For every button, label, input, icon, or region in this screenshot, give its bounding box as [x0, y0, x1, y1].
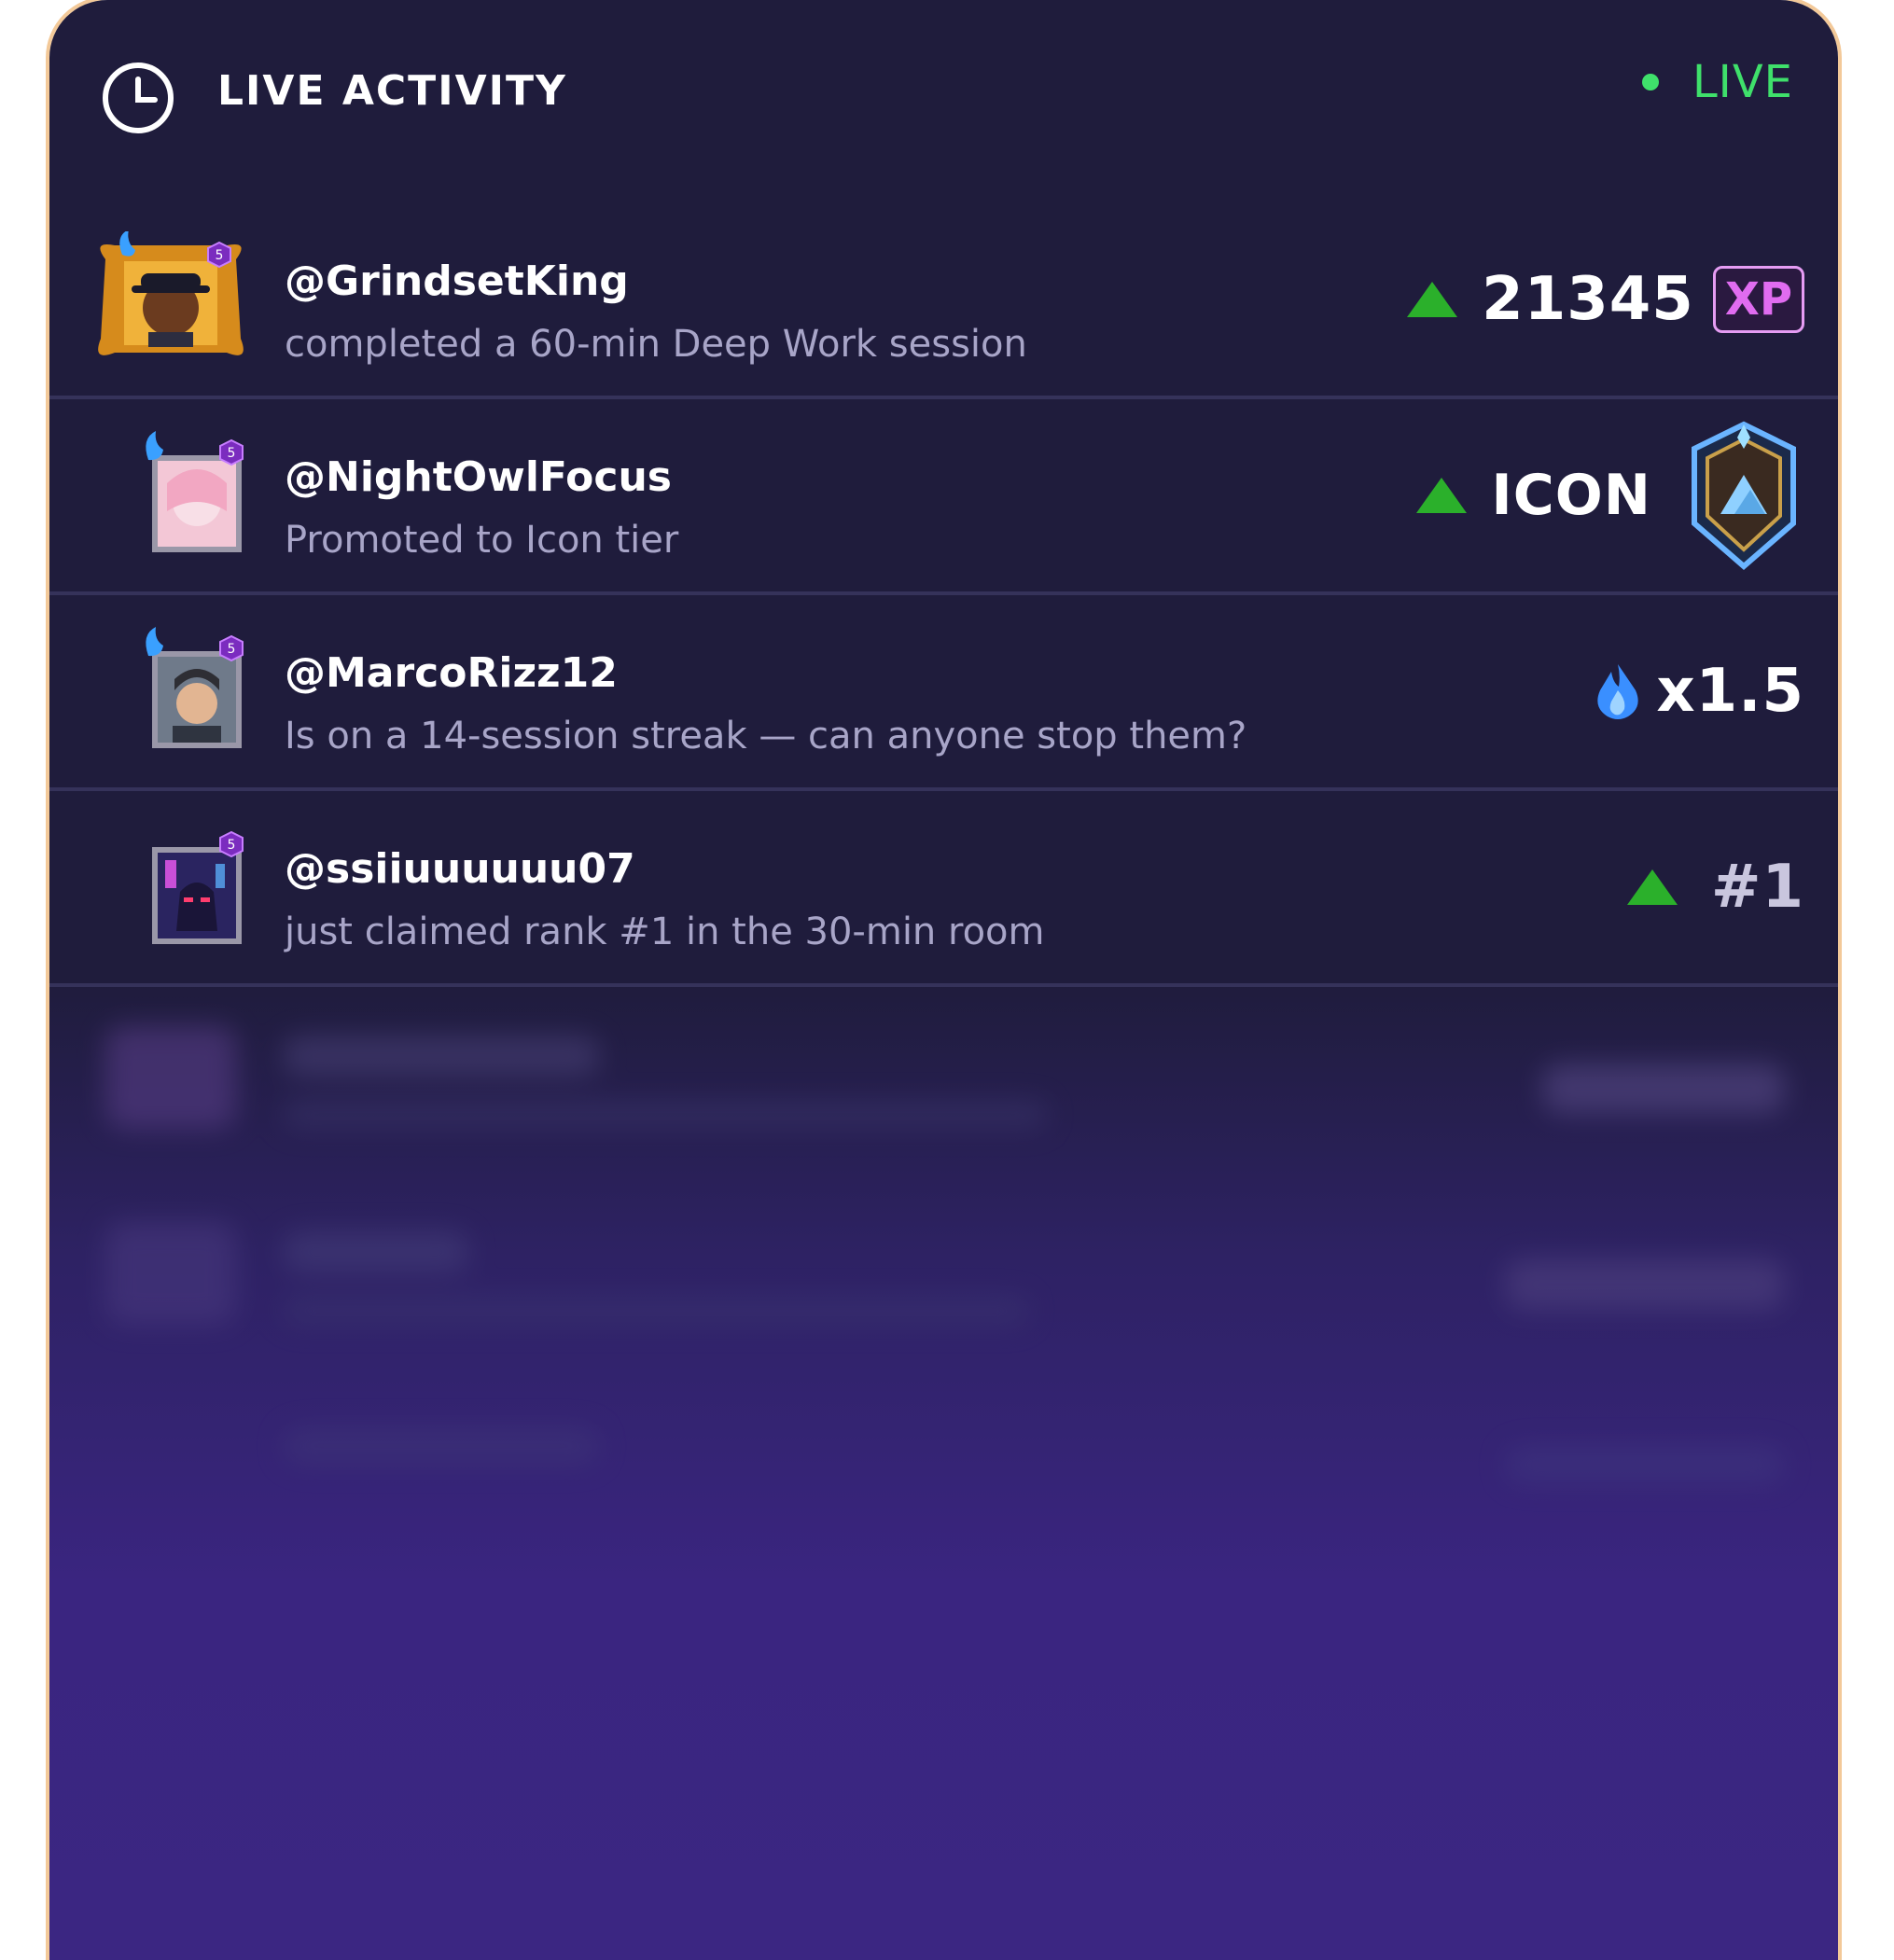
avatar: 5: [146, 627, 244, 748]
activity-text: completed a 60-min Deep Work session: [285, 323, 1027, 366]
blur-line: [283, 1231, 469, 1272]
icon-tier-shield-icon: [1692, 421, 1796, 570]
blur-line: [283, 1427, 600, 1465]
svg-text:5: 5: [216, 248, 224, 263]
username[interactable]: @MarcoRizz12: [285, 649, 618, 697]
blur-line: [283, 1101, 1048, 1129]
tier-value: ICON: [1491, 463, 1651, 528]
blur-line: [283, 1036, 600, 1077]
activity-value: x1.5: [1595, 595, 1804, 787]
username[interactable]: @GrindsetKing: [285, 257, 629, 305]
username[interactable]: @ssiiuuuuuu07: [285, 845, 635, 893]
svg-text:5: 5: [228, 642, 236, 657]
svg-text:5: 5: [228, 838, 236, 853]
up-arrow-icon: [1416, 478, 1468, 513]
live-indicator: LIVE: [1641, 56, 1793, 108]
panel-title: LIVE ACTIVITY: [217, 67, 567, 115]
blur-value: [1505, 1446, 1785, 1483]
activity-value: 21345 XP: [1407, 203, 1804, 396]
svg-text:5: 5: [228, 446, 236, 461]
blur-line: [283, 1297, 1029, 1325]
avatar: 5: [152, 830, 244, 944]
list-item[interactable]: 5 @ssiiuuuuuu07 just claimed rank #1 in …: [49, 791, 1838, 987]
activity-text: just claimed rank #1 in the 30-min room: [285, 910, 1045, 953]
flame-icon: [1597, 664, 1639, 719]
blur-value: [1542, 1063, 1785, 1114]
blurred-more-items: [49, 989, 1838, 1511]
live-activity-panel: LIVE ACTIVITY LIVE 5 @GrindsetKing compl…: [49, 0, 1838, 1960]
up-arrow-icon: [1626, 869, 1678, 905]
activity-text: Is on a 14-session streak — can anyone s…: [285, 715, 1247, 758]
panel-header: LIVE ACTIVITY LIVE: [49, 0, 1838, 187]
xp-value: 21345: [1482, 265, 1694, 334]
list-item[interactable]: 5 @GrindsetKing completed a 60-min Deep …: [49, 203, 1838, 399]
activity-value: #1: [1626, 791, 1804, 983]
xp-badge: XP: [1712, 266, 1804, 333]
blur-avatar: [105, 1026, 236, 1129]
list-item[interactable]: 5 @NightOwlFocus Promoted to Icon tier I…: [49, 399, 1838, 595]
activity-value: ICON: [1416, 399, 1804, 591]
up-arrow-icon: [1407, 282, 1458, 317]
streak-multiplier: x1.5: [1656, 657, 1804, 726]
blur-value: [1505, 1259, 1785, 1310]
blur-avatar: [105, 1222, 236, 1325]
list-item[interactable]: 5 @MarcoRizz12 Is on a 14-session streak…: [49, 595, 1838, 791]
live-status: LIVE: [1692, 56, 1793, 108]
clock-icon: [103, 63, 174, 133]
avatar: 5: [146, 431, 244, 552]
activity-text: Promoted to Icon tier: [285, 519, 679, 562]
rank-value: #1: [1710, 853, 1804, 922]
username[interactable]: @NightOwlFocus: [285, 453, 672, 501]
live-dot-icon: [1641, 74, 1659, 90]
avatar: 5: [98, 231, 244, 355]
